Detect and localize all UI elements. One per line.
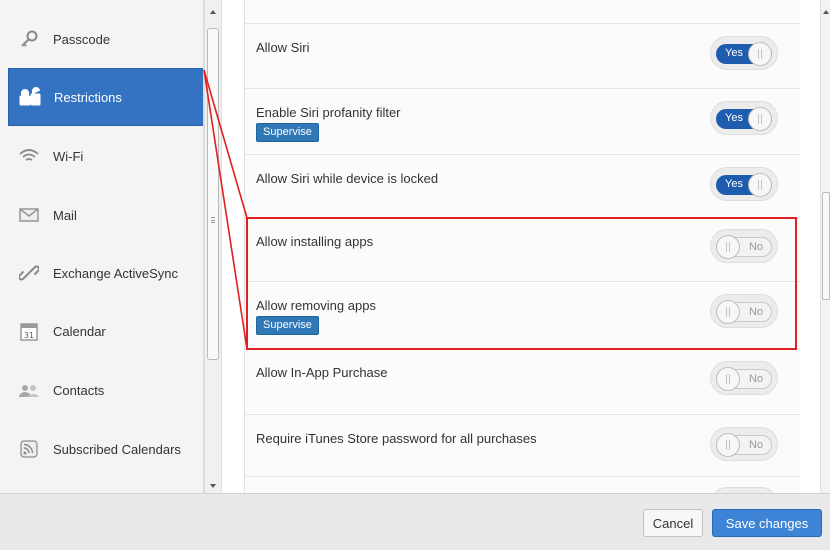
sidebar-item-calendar[interactable]: 31 Calendar <box>8 302 203 360</box>
dialog-footer: Cancel Save changes <box>0 493 830 550</box>
toggle-knob <box>748 42 772 66</box>
settings-row-in-app-purchase: Allow In-App Purchase No <box>245 349 800 415</box>
sidebar-item-wifi[interactable]: Wi-Fi <box>8 127 203 185</box>
scroll-up-arrow-icon[interactable] <box>823 10 829 14</box>
setting-label: Require iTunes Store password for all pu… <box>256 431 537 446</box>
setting-label: Allow In-App Purchase <box>256 365 388 380</box>
toggle-state-label: Yes <box>725 178 743 190</box>
setting-label: Enable Siri profanity filter <box>256 105 401 120</box>
restrictions-settings-panel: Allow Siri Yes Enable Siri profanity fil… <box>222 0 820 493</box>
settings-row-allow-siri: Allow Siri Yes <box>245 24 800 89</box>
sidebar-item-label: Contacts <box>53 382 105 398</box>
sidebar-item-restrictions[interactable]: Restrictions <box>8 68 203 126</box>
toggle-state-label: Yes <box>725 112 743 124</box>
cancel-button[interactable]: Cancel <box>643 509 703 537</box>
toggle-knob <box>716 235 740 259</box>
toggle-state-label: No <box>748 439 763 451</box>
grip-icon <box>211 217 215 223</box>
settings-row-installing-apps: Allow installing apps No <box>245 219 800 282</box>
supervise-badge: Supervise <box>256 123 319 142</box>
sidebar-item-exchange-activesync[interactable]: Exchange ActiveSync <box>8 244 203 302</box>
siri-while-locked-toggle[interactable]: Yes <box>710 167 778 201</box>
toggle-state-label: Yes <box>725 47 743 59</box>
require-itunes-password-toggle[interactable]: No <box>710 427 778 461</box>
sidebar-scrollbar[interactable] <box>204 0 222 493</box>
allow-removing-apps-toggle[interactable]: No <box>710 294 778 328</box>
toggle-knob <box>716 433 740 457</box>
sidebar-item-label: Restrictions <box>54 89 122 105</box>
mail-icon <box>18 204 40 226</box>
sidebar-item-passcode[interactable]: Passcode <box>8 10 203 68</box>
toggle-state-label: No <box>748 306 763 318</box>
sidebar-item-contacts[interactable]: Contacts <box>8 361 203 419</box>
save-changes-button[interactable]: Save changes <box>712 509 822 537</box>
exchange-icon <box>18 262 40 284</box>
scroll-down-arrow-icon[interactable] <box>210 484 216 488</box>
sidebar-item-label: Passcode <box>53 31 111 47</box>
settings-row-itunes-password: Require iTunes Store password for all pu… <box>245 415 800 477</box>
supervise-badge: Supervise <box>256 316 319 335</box>
toggle-knob <box>748 107 772 131</box>
settings-sidebar: Passcode Restrictions Wi-Fi Mail Exchang… <box>0 0 204 493</box>
sidebar-item-subscribed-calendars[interactable]: Subscribed Calendars <box>8 420 203 478</box>
settings-scroll-thumb[interactable] <box>822 192 830 300</box>
sidebar-item-mail[interactable]: Mail <box>8 186 203 244</box>
sidebar-item-label: Subscribed Calendars <box>53 441 181 457</box>
contacts-icon <box>18 379 40 401</box>
calendar-icon: 31 <box>18 320 40 342</box>
rss-icon <box>18 438 40 460</box>
sidebar-scroll-thumb[interactable] <box>207 28 219 360</box>
toggle-knob <box>716 300 740 324</box>
setting-label: Allow Siri while device is locked <box>256 171 439 186</box>
settings-row-removing-apps: Allow removing apps Supervise No <box>245 282 800 349</box>
settings-row-siri-profanity-filter: Enable Siri profanity filter Supervise Y… <box>245 89 800 155</box>
allow-siri-toggle[interactable]: Yes <box>710 36 778 70</box>
allow-in-app-purchase-toggle[interactable]: No <box>710 361 778 395</box>
sidebar-item-label: Exchange ActiveSync <box>53 265 179 281</box>
setting-label: Allow Siri <box>256 40 310 55</box>
sidebar-item-label: Calendar <box>53 323 106 339</box>
settings-row <box>245 0 800 24</box>
sidebar-item-label: Wi-Fi <box>53 148 84 164</box>
settings-row-partial <box>245 477 800 493</box>
setting-label: Allow removing apps <box>256 298 376 313</box>
scroll-up-arrow-icon[interactable] <box>210 10 216 14</box>
siri-profanity-filter-toggle[interactable]: Yes <box>710 101 778 135</box>
settings-list: Allow Siri Yes Enable Siri profanity fil… <box>245 0 800 493</box>
toggle-state-label: No <box>748 241 763 253</box>
key-icon <box>18 28 40 50</box>
allow-installing-apps-toggle[interactable]: No <box>710 229 778 263</box>
sidebar-item-label: Mail <box>53 207 77 223</box>
settings-scrollbar[interactable] <box>820 0 830 493</box>
toggle-knob <box>748 173 772 197</box>
toggle-state-label: No <box>748 373 763 385</box>
toggle-knob <box>716 367 740 391</box>
setting-label: Allow installing apps <box>256 234 374 249</box>
wifi-icon <box>18 145 40 167</box>
calendar-day-number: 31 <box>24 331 34 340</box>
settings-row-siri-while-locked: Allow Siri while device is locked Yes <box>245 155 800 219</box>
lock-icon <box>19 86 41 108</box>
